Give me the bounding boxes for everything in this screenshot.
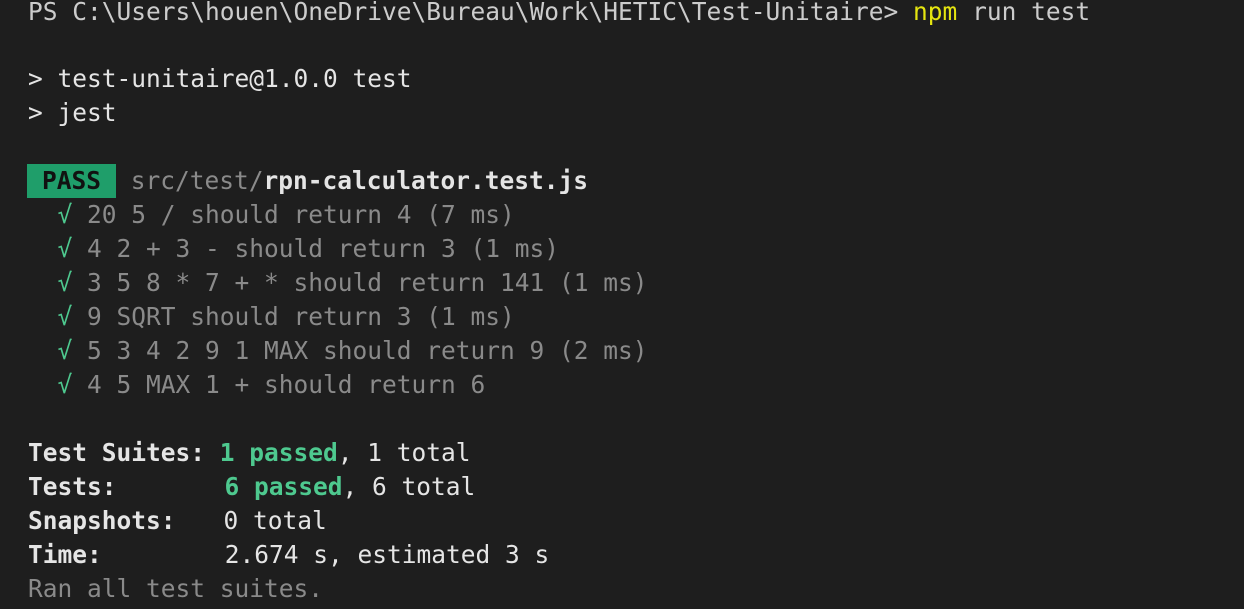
suite-path-dir: src/test/ bbox=[130, 166, 264, 195]
summary-time-line: Time: 2.674 s, estimated 3 s bbox=[28, 538, 549, 572]
summary-time-value: 2.674 s, estimated 3 s bbox=[224, 540, 550, 569]
pass-badge: PASS bbox=[27, 164, 117, 198]
checkmark-icon: √ bbox=[57, 268, 73, 297]
summary-tests-total: , 6 total bbox=[342, 472, 476, 501]
summary-snapshots-line: Snapshots: 0 total bbox=[28, 504, 327, 538]
checkmark-icon: √ bbox=[57, 336, 73, 365]
test-result-line: √ 20 5 / should return 4 (7 ms) bbox=[28, 198, 515, 232]
checkmark-icon: √ bbox=[57, 234, 73, 263]
summary-suites-label: Test Suites: bbox=[28, 438, 206, 467]
prompt-path: PS C:\Users\houen\OneDrive\Bureau\Work\H… bbox=[28, 0, 899, 26]
summary-tests-passed: 6 passed bbox=[224, 472, 343, 501]
summary-time-label: Time: bbox=[28, 540, 102, 569]
command-npm: npm bbox=[913, 0, 958, 26]
checkmark-icon: √ bbox=[57, 370, 73, 399]
suite-path-file: rpn-calculator.test.js bbox=[263, 166, 589, 195]
prompt-line: PS C:\Users\houen\OneDrive\Bureau\Work\H… bbox=[28, 0, 1090, 29]
ran-all-line: Ran all test suites. bbox=[28, 574, 324, 603]
summary-snapshots-value: 0 total bbox=[223, 506, 327, 535]
test-name: 4 5 MAX 1 + should return 6 bbox=[87, 370, 486, 399]
summary-tests-line: Tests: 6 passed, 6 total bbox=[28, 470, 475, 504]
summary-suites-passed: 1 passed bbox=[219, 438, 338, 467]
test-name: 5 3 4 2 9 1 MAX should return 9 (2 ms) bbox=[87, 336, 648, 365]
test-result-line: √ 3 5 8 * 7 + * should return 141 (1 ms) bbox=[28, 266, 648, 300]
checkmark-icon: √ bbox=[57, 302, 73, 331]
summary-snapshots-label: Snapshots: bbox=[28, 506, 176, 535]
suite-result-line: PASS src/test/rpn-calculator.test.js bbox=[27, 164, 588, 198]
test-result-line: √ 4 5 MAX 1 + should return 6 bbox=[28, 368, 486, 402]
terminal-window[interactable]: PS C:\Users\houen\OneDrive\Bureau\Work\H… bbox=[0, 0, 1244, 604]
test-result-line: √ 4 2 + 3 - should return 3 (1 ms) bbox=[28, 232, 560, 266]
summary-suites-line: Test Suites: 1 passed, 1 total bbox=[28, 436, 471, 470]
summary-tests-label: Tests: bbox=[28, 472, 117, 501]
test-name: 9 SQRT should return 3 (1 ms) bbox=[87, 302, 515, 331]
test-name: 4 2 + 3 - should return 3 (1 ms) bbox=[87, 234, 560, 263]
test-name: 3 5 8 * 7 + * should return 141 (1 ms) bbox=[87, 268, 648, 297]
test-name: 20 5 / should return 4 (7 ms) bbox=[87, 200, 515, 229]
script-header-line-2: > jest bbox=[28, 98, 117, 127]
checkmark-icon: √ bbox=[57, 200, 73, 229]
test-result-line: √ 9 SQRT should return 3 (1 ms) bbox=[28, 300, 515, 334]
command-args: run test bbox=[972, 0, 1091, 26]
summary-suites-total: , 1 total bbox=[337, 438, 471, 467]
script-header-line-1: > test-unitaire@1.0.0 test bbox=[28, 64, 412, 93]
test-result-line: √ 5 3 4 2 9 1 MAX should return 9 (2 ms) bbox=[28, 334, 648, 368]
